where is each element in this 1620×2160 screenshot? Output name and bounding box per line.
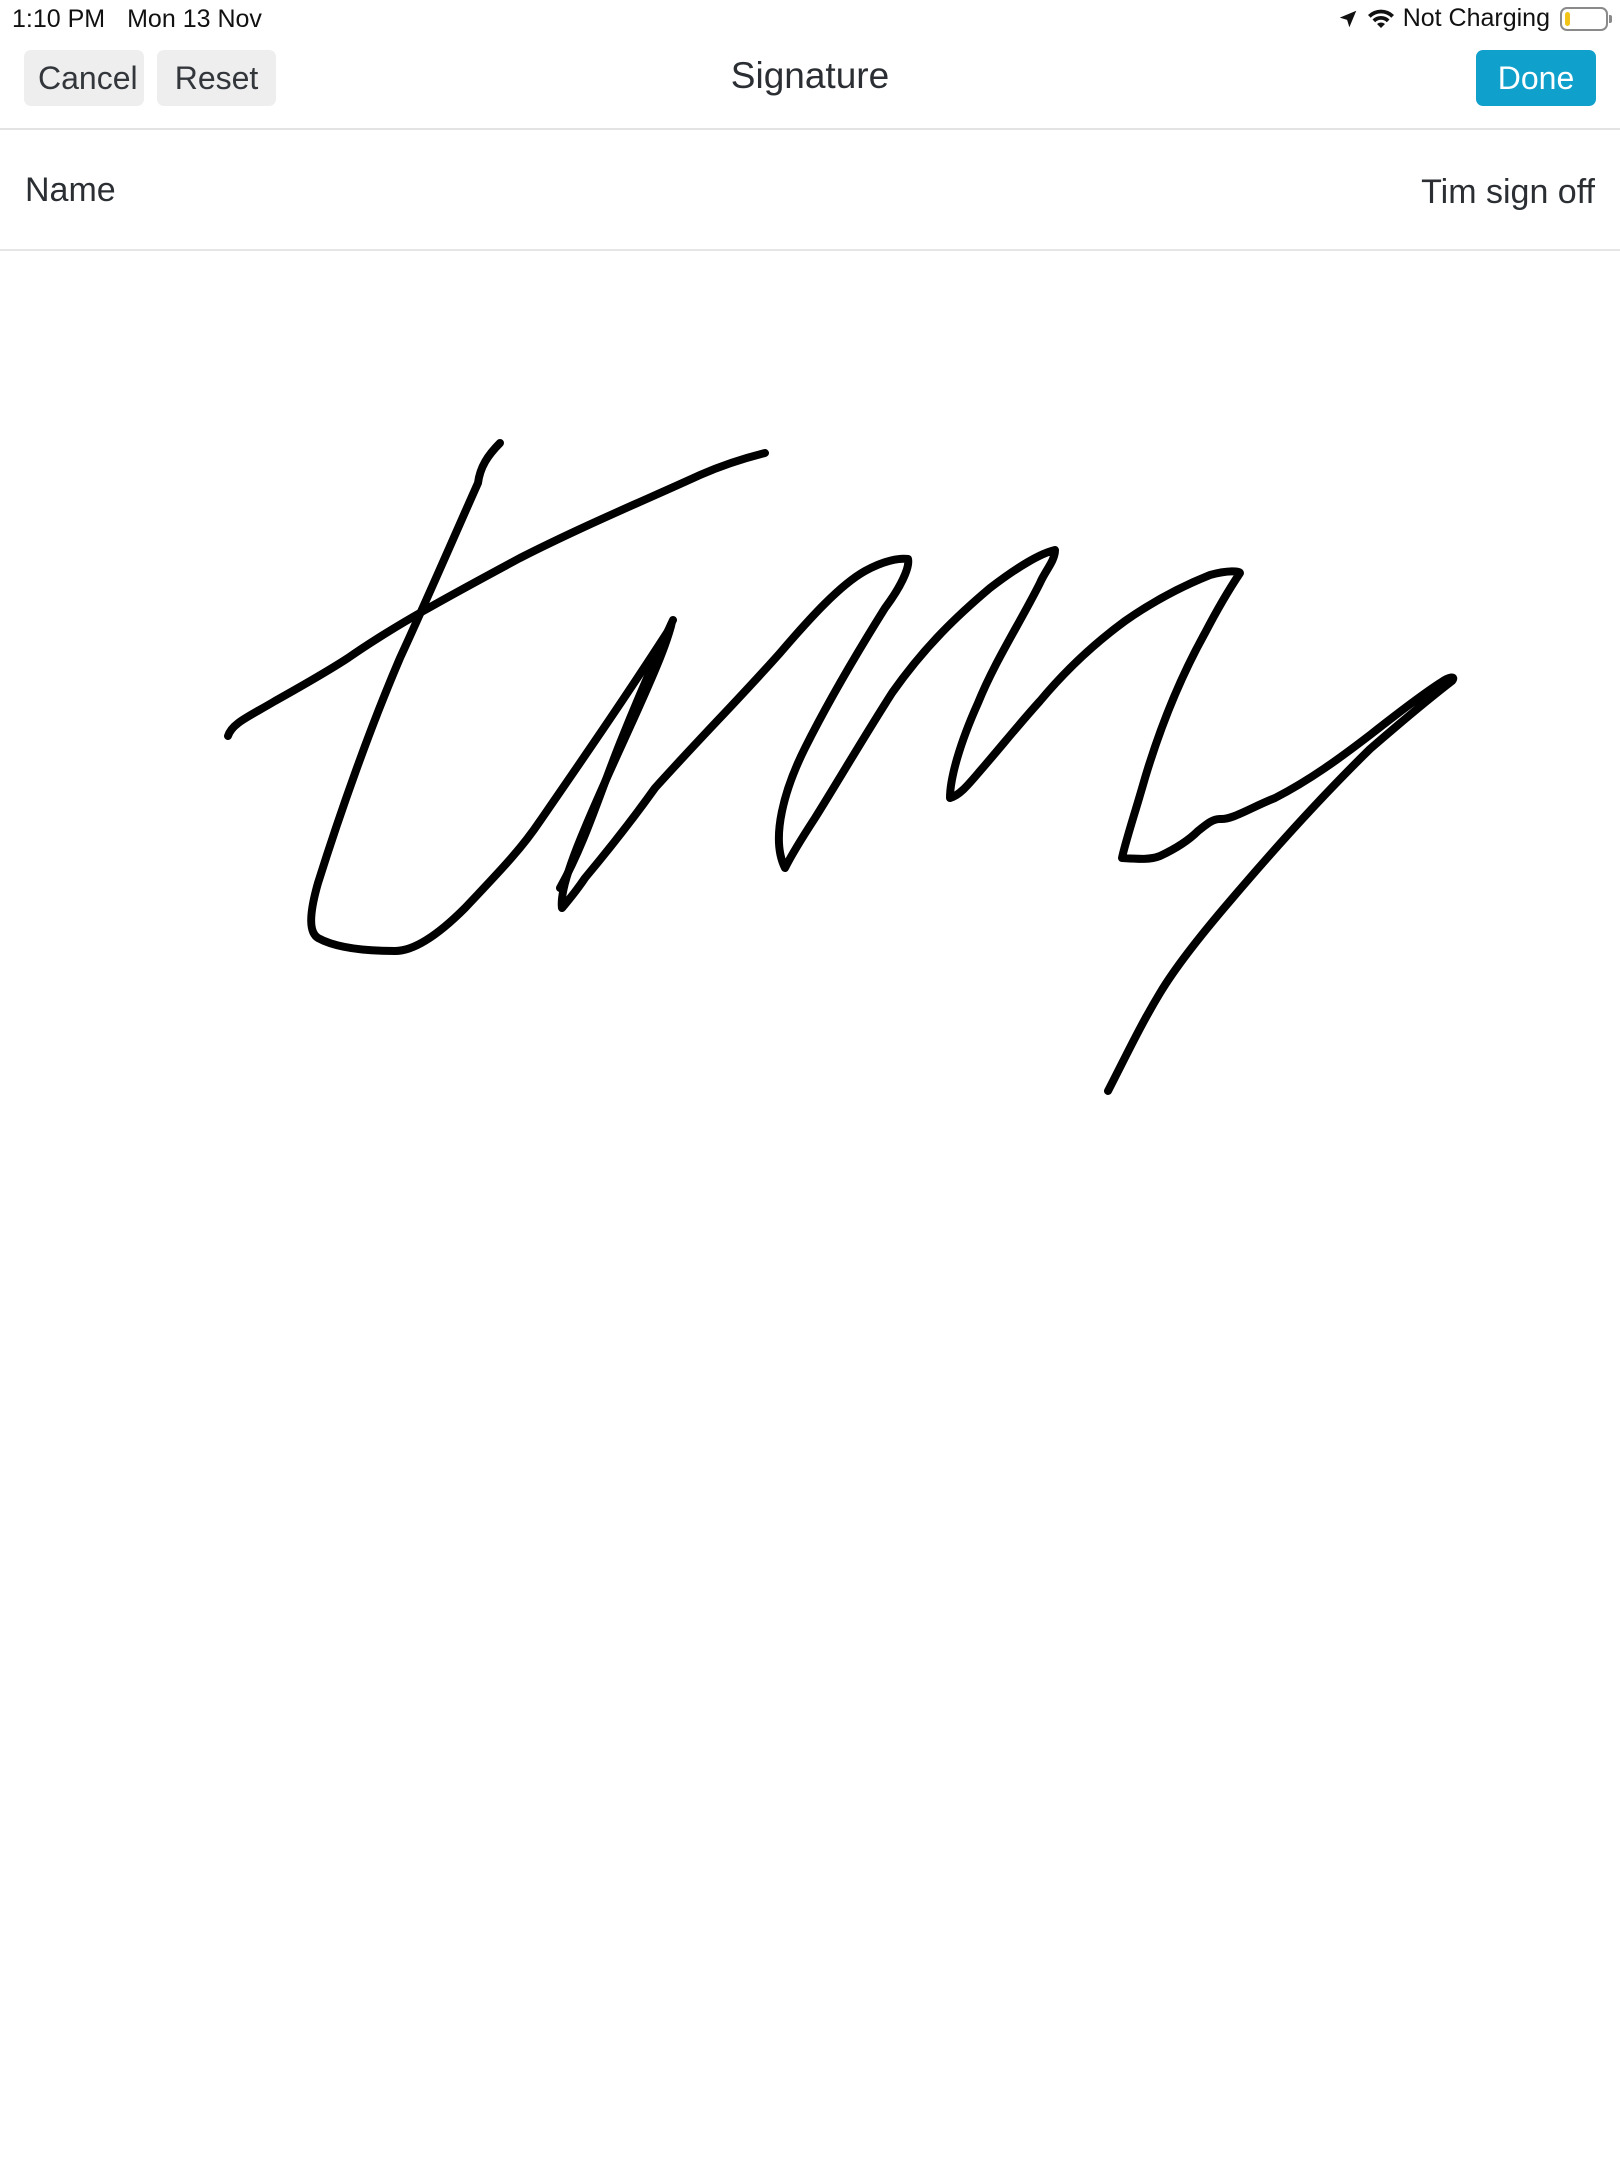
signature-pad[interactable] bbox=[0, 253, 1620, 2160]
charging-status: Not Charging bbox=[1402, 4, 1550, 32]
name-label: Name bbox=[25, 171, 116, 209]
done-button[interactable]: Done bbox=[1476, 50, 1596, 106]
battery-icon bbox=[1560, 6, 1612, 31]
location-arrow-icon bbox=[1337, 8, 1359, 30]
signature-stroke bbox=[307, 439, 1458, 1095]
status-date: Mon 13 Nov bbox=[127, 5, 262, 33]
reset-button[interactable]: Reset bbox=[157, 50, 276, 106]
signature-drawing bbox=[224, 439, 1458, 1095]
wifi-icon bbox=[1367, 8, 1395, 30]
signature-stroke bbox=[224, 449, 769, 740]
name-value: Tim sign off bbox=[1421, 173, 1595, 211]
status-left: 1:10 PM Mon 13 Nov bbox=[12, 5, 262, 34]
battery-level bbox=[1565, 11, 1570, 26]
status-time: 1:10 PM bbox=[12, 5, 106, 33]
signature-stroke bbox=[556, 616, 677, 892]
nav-bar: Cancel Reset Signature Done bbox=[0, 40, 1620, 130]
cancel-button[interactable]: Cancel bbox=[24, 50, 144, 106]
status-right: Not Charging bbox=[1337, 4, 1612, 33]
name-row: Name Tim sign off bbox=[0, 131, 1620, 251]
status-bar: 1:10 PM Mon 13 Nov Not Charging bbox=[0, 0, 1620, 40]
